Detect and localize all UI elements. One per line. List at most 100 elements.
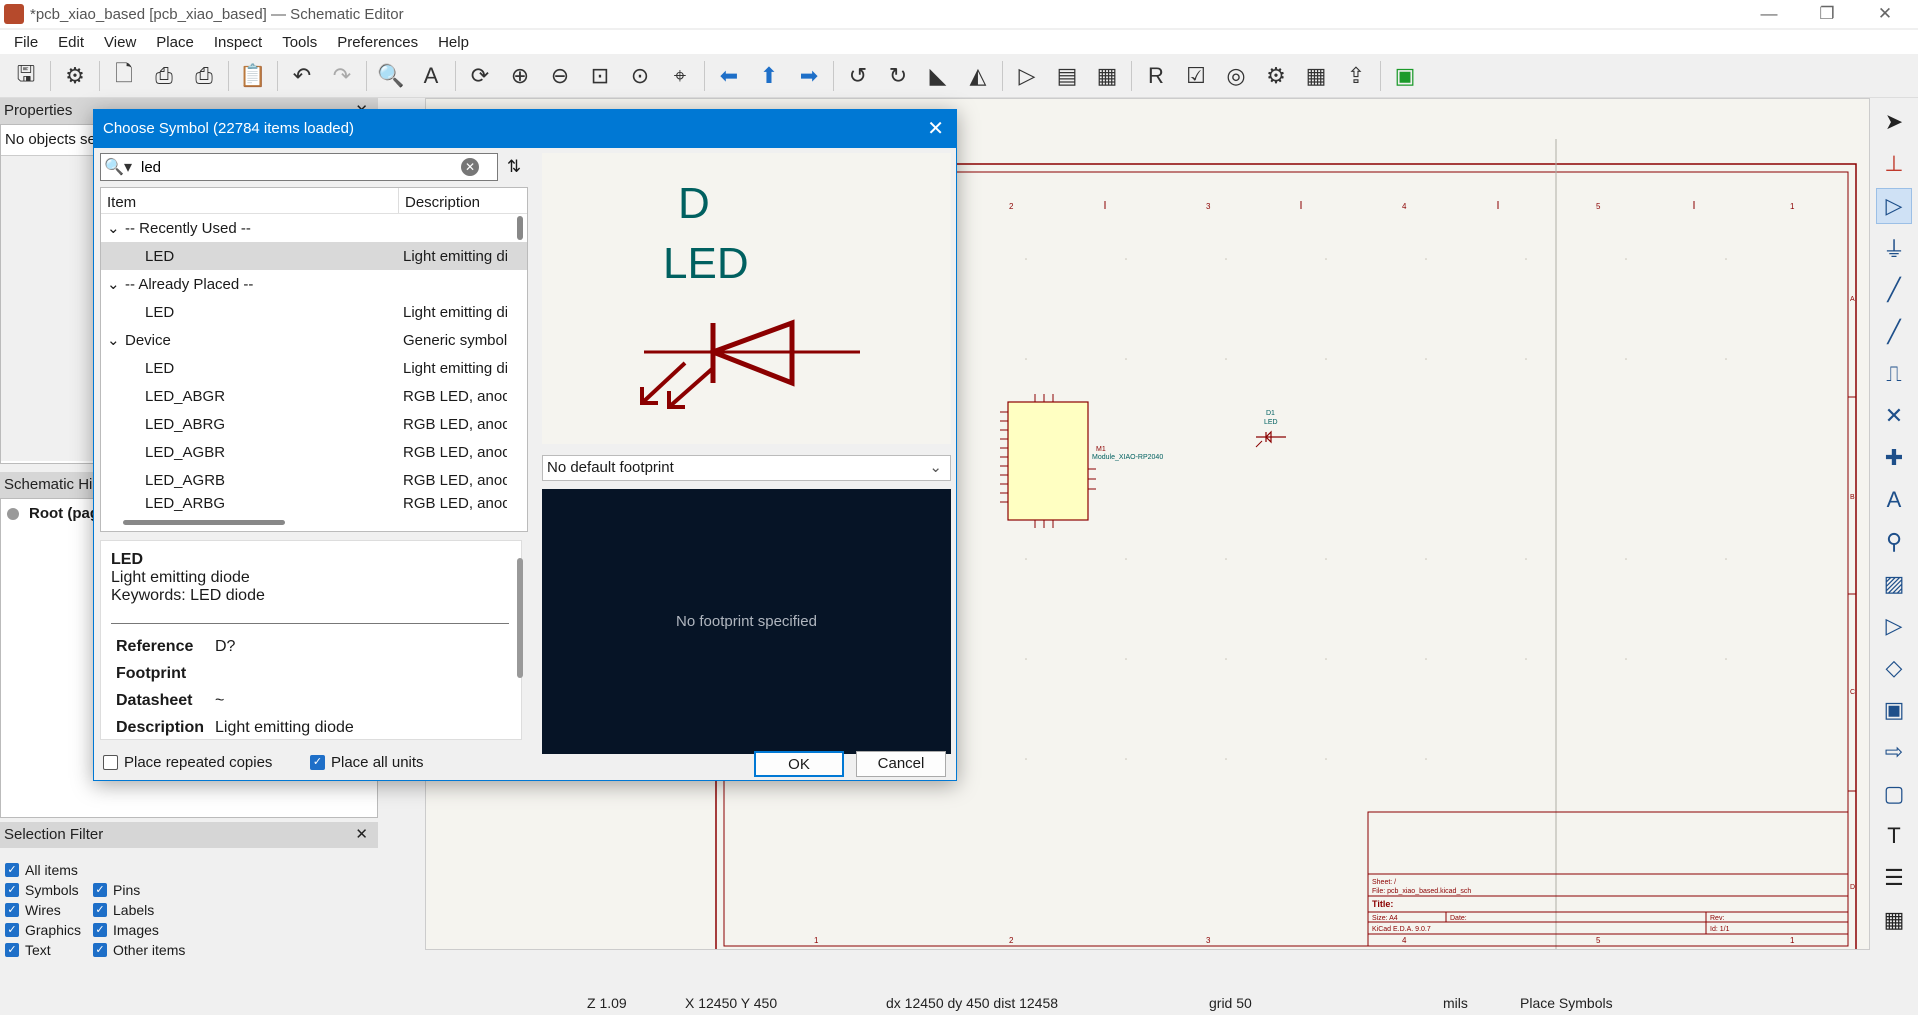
page-settings-icon[interactable]: 🗋 [107, 59, 141, 93]
paste-icon[interactable]: 📋 [236, 59, 270, 93]
refresh-icon[interactable]: ⟳ [463, 59, 497, 93]
symbol-search-box[interactable]: 🔍▾ ✕ [100, 153, 498, 181]
menu-place[interactable]: Place [146, 34, 204, 51]
add-symbol-icon[interactable]: ▷ [1876, 188, 1912, 224]
tree-item-led-agbr[interactable]: LED_AGBR RGB LED, anode [101, 438, 527, 466]
tree-item-led-arbg[interactable]: LED_ARBG RGB LED, anode [101, 494, 527, 512]
tree-group-recently-used[interactable]: ⌄ -- Recently Used -- [101, 214, 527, 242]
assign-footprints-icon[interactable]: ⚙ [1259, 59, 1293, 93]
zoom-selection-icon[interactable]: ⌖ [663, 59, 697, 93]
bom-export-icon[interactable]: ⇪ [1339, 59, 1373, 93]
add-wire-icon[interactable]: ╱ [1876, 272, 1912, 308]
menu-help[interactable]: Help [428, 34, 479, 51]
find-replace-icon[interactable]: A [414, 59, 448, 93]
checkbox-icon[interactable]: ✓ [93, 903, 107, 917]
symbol-search-input[interactable] [141, 158, 461, 176]
rotate-ccw-icon[interactable]: ↺ [841, 59, 875, 93]
minimize-button[interactable]: — [1740, 0, 1798, 28]
redo-icon[interactable]: ↷ [325, 59, 359, 93]
symbol-editor-icon[interactable]: ▷ [1010, 59, 1044, 93]
place-repeated-copies-checkbox[interactable]: Place repeated copies [103, 754, 272, 771]
select-tool-icon[interactable]: ➤ [1876, 104, 1912, 140]
place-all-units-checkbox[interactable]: ✓ Place all units [310, 754, 424, 771]
led-symbol[interactable]: D1 LED [1255, 410, 1286, 448]
filter-text[interactable]: ✓ Text [5, 942, 51, 958]
navigate-back-icon[interactable]: ⬅ [712, 59, 746, 93]
clear-search-icon[interactable]: ✕ [461, 158, 479, 176]
dialog-close-icon[interactable]: ✕ [927, 110, 944, 148]
plot-icon[interactable]: ⎙ [187, 59, 221, 93]
add-image-icon[interactable]: ▢ [1876, 776, 1912, 812]
checkbox-icon[interactable]: ✓ [93, 923, 107, 937]
tree-group-device[interactable]: ⌄ Device Generic symbols [101, 326, 527, 354]
filter-all-items[interactable]: ✓ All items [5, 862, 78, 878]
simulator-icon[interactable]: ◎ [1219, 59, 1253, 93]
filter-symbols[interactable]: ✓ Symbols [5, 882, 79, 898]
add-hier-label-icon[interactable]: ◇ [1876, 650, 1912, 686]
add-text-icon[interactable]: T [1876, 818, 1912, 854]
symbol-browser-icon[interactable]: ▤ [1050, 59, 1084, 93]
undo-icon[interactable]: ↶ [285, 59, 319, 93]
filter-other-items[interactable]: ✓ Other items [93, 942, 185, 958]
filter-labels[interactable]: ✓ Labels [93, 902, 154, 918]
menu-preferences[interactable]: Preferences [327, 34, 428, 51]
add-sheet-icon[interactable]: ▣ [1876, 692, 1912, 728]
checkbox-icon[interactable]: ✓ [5, 923, 19, 937]
filter-wires[interactable]: ✓ Wires [5, 902, 61, 918]
annotate-icon[interactable]: R [1139, 59, 1173, 93]
schematic-setup-icon[interactable]: ⚙ [58, 59, 92, 93]
column-item-header[interactable]: Item [101, 188, 399, 213]
checkbox-icon[interactable]: ✓ [93, 883, 107, 897]
chevron-down-icon[interactable]: ⌄ [107, 331, 120, 349]
add-bus-entry-icon[interactable]: ⎍ [1876, 356, 1912, 392]
tree-group-already-placed[interactable]: ⌄ -- Already Placed -- [101, 270, 527, 298]
maximize-button[interactable]: ❐ [1798, 0, 1856, 28]
menu-view[interactable]: View [94, 34, 146, 51]
add-table-icon[interactable]: ▦ [1876, 902, 1912, 938]
sort-icon[interactable]: ⇅ [499, 153, 529, 181]
tree-item-led-placed[interactable]: LED Light emitting diode [101, 298, 527, 326]
zoom-in-icon[interactable]: ⊕ [503, 59, 537, 93]
add-textbox-icon[interactable]: ☰ [1876, 860, 1912, 896]
find-icon[interactable]: 🔍 [374, 59, 408, 93]
tree-horizontal-scrollbar[interactable] [123, 520, 285, 525]
checkbox-icon[interactable]: ✓ [5, 903, 19, 917]
tree-item-led-device[interactable]: LED Light emitting diode [101, 354, 527, 382]
rotate-cw-icon[interactable]: ↻ [881, 59, 915, 93]
close-window-button[interactable]: ✕ [1856, 0, 1914, 28]
info-scrollbar[interactable] [517, 558, 523, 678]
footprint-editor-icon[interactable]: ▦ [1090, 59, 1124, 93]
footprint-select[interactable]: No default footprint ⌄ [542, 455, 951, 481]
zoom-objects-icon[interactable]: ⊙ [623, 59, 657, 93]
save-icon[interactable]: 🖫 [9, 59, 43, 93]
tree-item-led-abgr[interactable]: LED_ABGR RGB LED, anode [101, 382, 527, 410]
add-rule-area-icon[interactable]: ▨ [1876, 566, 1912, 602]
ok-button[interactable]: OK [754, 751, 844, 777]
checkbox-icon[interactable]: ✓ [310, 755, 325, 770]
chevron-down-icon[interactable]: ⌄ [929, 456, 942, 480]
menu-edit[interactable]: Edit [48, 34, 94, 51]
pcb-editor-icon[interactable]: ▣ [1388, 59, 1422, 93]
mirror-vertical-icon[interactable]: ◣ [921, 59, 955, 93]
add-label-icon[interactable]: A [1876, 482, 1912, 518]
bom-table-icon[interactable]: ▦ [1299, 59, 1333, 93]
zoom-out-icon[interactable]: ⊖ [543, 59, 577, 93]
search-icon[interactable]: 🔍▾ [101, 157, 135, 177]
menu-file[interactable]: File [4, 34, 48, 51]
filter-images[interactable]: ✓ Images [93, 922, 159, 938]
checkbox-icon[interactable] [103, 755, 118, 770]
no-connect-icon[interactable]: ✕ [1876, 398, 1912, 434]
add-global-label-icon[interactable]: ▷ [1876, 608, 1912, 644]
zoom-fit-icon[interactable]: ⊡ [583, 59, 617, 93]
checkbox-icon[interactable]: ✓ [93, 943, 107, 957]
chevron-down-icon[interactable]: ⌄ [107, 275, 120, 293]
checkbox-icon[interactable]: ✓ [5, 883, 19, 897]
mirror-horizontal-icon[interactable]: ◭ [961, 59, 995, 93]
navigate-forward-icon[interactable]: ➡ [792, 59, 826, 93]
cancel-button[interactable]: Cancel [856, 751, 946, 777]
erc-icon[interactable]: ☑ [1179, 59, 1213, 93]
add-netclass-icon[interactable]: ⚲ [1876, 524, 1912, 560]
navigate-up-icon[interactable]: ⬆ [752, 59, 786, 93]
tree-item-led-abrg[interactable]: LED_ABRG RGB LED, anode [101, 410, 527, 438]
tree-item-led-recent[interactable]: LED Light emitting diode [101, 242, 527, 270]
